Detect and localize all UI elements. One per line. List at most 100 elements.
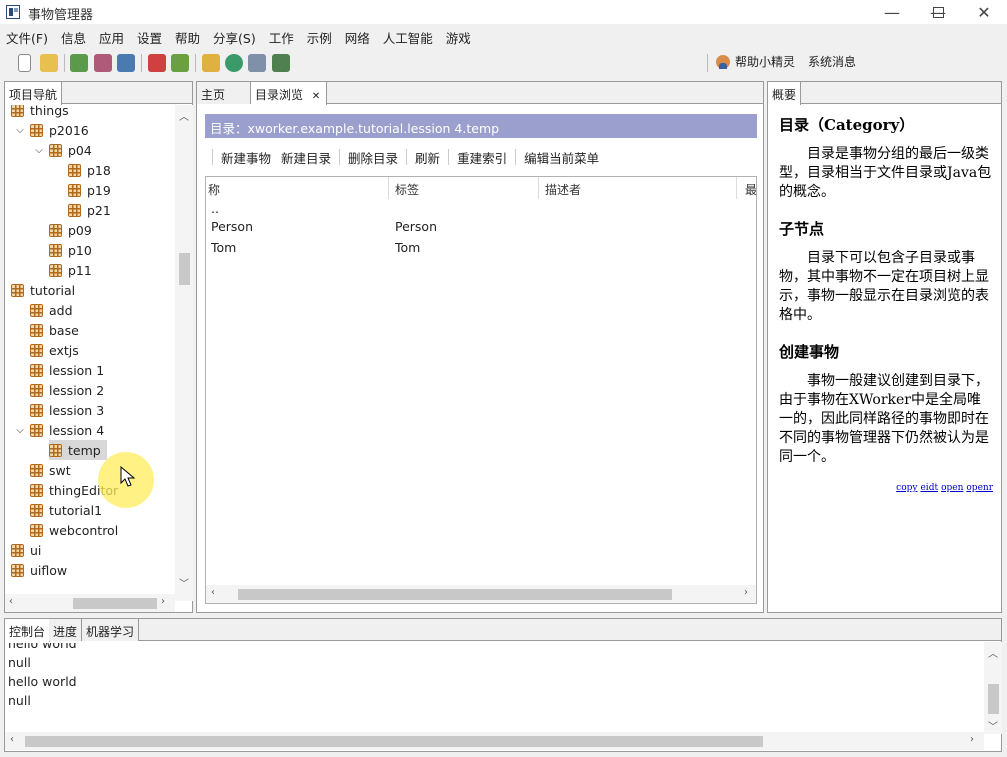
tree-item[interactable]: temp <box>49 440 107 460</box>
maximize-window-button[interactable] <box>915 0 961 24</box>
helper-button[interactable]: 帮助小精灵 <box>735 53 795 70</box>
menu-examples[interactable]: 示例 <box>307 25 339 47</box>
delete-directory-button[interactable]: 删除目录 <box>343 148 403 167</box>
tab-machine-learning[interactable]: 机器学习 <box>82 619 140 641</box>
note-icon[interactable] <box>202 54 220 72</box>
rebuild-index-button[interactable]: 重建索引 <box>452 148 512 167</box>
tab-home[interactable]: 主页 <box>197 82 251 104</box>
console-horizontal-scrollbar[interactable]: ‹ › <box>5 732 984 750</box>
table-cell-name[interactable]: Tom <box>211 240 236 255</box>
scroll-left-icon[interactable]: ‹ <box>10 734 14 745</box>
scroll-left-icon[interactable]: ‹ <box>9 596 13 607</box>
menu-settings[interactable]: 设置 <box>137 25 169 47</box>
refresh-button[interactable]: 刷新 <box>410 148 445 167</box>
edit-current-menu-button[interactable]: 编辑当前菜单 <box>519 148 604 167</box>
tree-item[interactable]: uiflow <box>11 560 67 580</box>
tab-progress[interactable]: 进度 <box>49 619 83 641</box>
menu-games[interactable]: 游戏 <box>446 25 478 47</box>
tree-item[interactable]: lession 2 <box>30 380 104 400</box>
tree-item[interactable]: tutorial1 <box>30 500 102 520</box>
scroll-right-icon[interactable]: › <box>161 596 165 607</box>
monitor-icon[interactable] <box>272 54 290 72</box>
tab-directory-browse[interactable]: 目录浏览 ✕ <box>251 82 327 105</box>
refresh-icon[interactable] <box>70 54 88 72</box>
tree-item[interactable]: things <box>11 105 69 120</box>
scroll-right-icon[interactable]: › <box>970 734 974 745</box>
menu-share[interactable]: 分享(S) <box>213 25 263 47</box>
settings-icon[interactable] <box>117 54 135 72</box>
scroll-up-icon[interactable]: ︿ <box>179 108 189 123</box>
new-thing-button[interactable]: 新建事物 <box>216 148 276 167</box>
table-cell-label[interactable]: Tom <box>395 240 420 255</box>
tree-item[interactable]: ⌵ p2016 <box>14 120 89 140</box>
nav-horizontal-scrollbar[interactable]: ‹ › <box>5 594 175 612</box>
menu-help[interactable]: 帮助 <box>175 25 207 47</box>
tree-item[interactable]: add <box>30 300 73 320</box>
scroll-down-icon[interactable]: ﹀ <box>179 575 189 590</box>
menu-apps[interactable]: 应用 <box>99 25 131 47</box>
globe-icon[interactable] <box>225 54 243 72</box>
pdf-icon[interactable] <box>148 54 166 72</box>
nav-vertical-scroll-thumb[interactable] <box>179 253 190 285</box>
system-messages-button[interactable]: 系统消息 <box>808 53 856 70</box>
scroll-down-icon[interactable]: ﹀ <box>988 718 998 733</box>
open-folder-icon[interactable] <box>40 54 58 72</box>
scroll-up-icon[interactable]: ︿ <box>988 645 998 660</box>
console-horizontal-scroll-thumb[interactable] <box>25 736 763 747</box>
window-icon[interactable] <box>248 54 266 72</box>
menu-network[interactable]: 网络 <box>345 25 377 47</box>
tree-item[interactable]: p10 <box>49 240 92 260</box>
close-window-button[interactable]: ✕ <box>961 0 1007 24</box>
tree-item[interactable]: tutorial <box>11 280 75 300</box>
new-file-icon[interactable] <box>18 54 31 72</box>
minimize-window-button[interactable]: — <box>869 0 915 24</box>
image-icon[interactable] <box>94 54 112 72</box>
tree-item[interactable]: p11 <box>49 260 92 280</box>
openr-link[interactable]: openr <box>966 483 993 493</box>
menu-info[interactable]: 信息 <box>61 25 93 47</box>
tree-item[interactable]: ⌵ p04 <box>33 140 92 160</box>
chevron-down-icon[interactable]: ⌵ <box>33 145 45 156</box>
column-header-label[interactable]: 标签 <box>389 177 539 199</box>
column-header-last[interactable]: 最 <box>737 177 756 199</box>
column-header-name[interactable]: 称 <box>206 177 389 199</box>
nav-vertical-scrollbar[interactable]: ︿ ﹀ <box>175 105 193 601</box>
tree-item[interactable]: lession 1 <box>30 360 104 380</box>
nav-horizontal-scroll-thumb[interactable] <box>73 598 157 609</box>
table-horizontal-scroll-thumb[interactable] <box>238 589 672 600</box>
table-cell-label[interactable]: Person <box>395 219 437 234</box>
tree-item[interactable]: p09 <box>49 220 92 240</box>
tree-item[interactable]: ⌵ lession 4 <box>14 420 104 440</box>
tree-item[interactable]: p19 <box>68 180 111 200</box>
copy-link[interactable]: copy <box>896 483 917 493</box>
table-row-parent[interactable]: .. <box>211 201 219 216</box>
tree-item[interactable]: webcontrol <box>30 520 118 540</box>
edit-link[interactable]: eidt <box>920 483 938 493</box>
table-cell-name[interactable]: Person <box>211 219 253 234</box>
open-link[interactable]: open <box>941 483 963 493</box>
scroll-right-icon[interactable]: › <box>744 587 748 598</box>
chevron-down-icon[interactable]: ⌵ <box>14 425 26 436</box>
tree-item[interactable]: extjs <box>30 340 79 360</box>
tab-close-icon[interactable]: ✕ <box>312 91 320 102</box>
tool-icon[interactable] <box>171 54 189 72</box>
tree-item[interactable]: p18 <box>68 160 111 180</box>
tree-item[interactable]: p21 <box>68 200 111 220</box>
console-vertical-scrollbar[interactable]: ︿ ﹀ <box>984 642 1002 734</box>
menu-work[interactable]: 工作 <box>269 25 301 47</box>
tree-item[interactable]: swt <box>30 460 71 480</box>
tree-item[interactable]: lession 3 <box>30 400 104 420</box>
table-horizontal-scrollbar[interactable]: ‹ › <box>206 585 756 603</box>
tree-item[interactable]: ui <box>11 540 41 560</box>
tree-item[interactable]: base <box>30 320 79 340</box>
chevron-down-icon[interactable]: ⌵ <box>14 125 26 136</box>
new-directory-button[interactable]: 新建目录 <box>276 148 336 167</box>
column-header-descriptor[interactable]: 描述者 <box>539 177 737 199</box>
tab-overview[interactable]: 概要 <box>768 82 802 105</box>
tab-console[interactable]: 控制台 <box>5 619 51 642</box>
tab-project-navigator[interactable]: 项目导航 <box>5 82 63 105</box>
menu-file[interactable]: 文件(F) <box>6 25 55 47</box>
console-vertical-scroll-thumb[interactable] <box>988 684 999 714</box>
scroll-left-icon[interactable]: ‹ <box>211 587 215 598</box>
menu-ai[interactable]: 人工智能 <box>383 25 440 47</box>
